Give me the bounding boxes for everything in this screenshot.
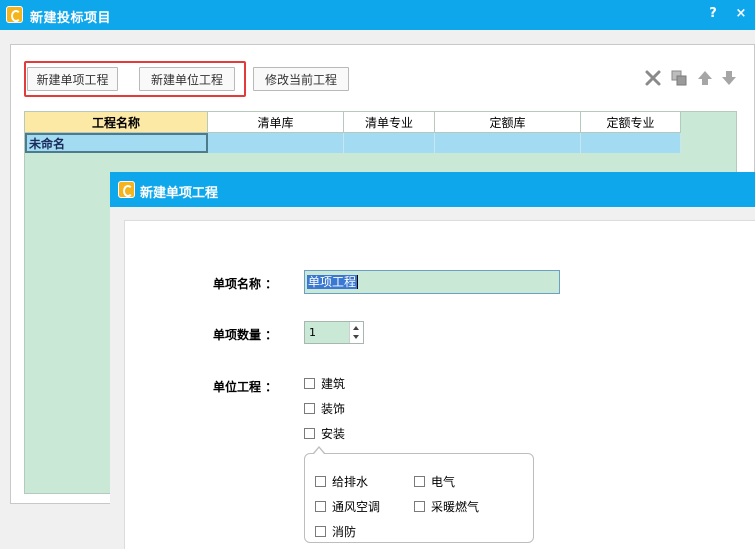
text-caret [357,275,359,289]
checkbox-box[interactable] [304,378,315,389]
column-header-quota-major[interactable]: 定额专业 [581,112,681,133]
app-logo-icon [6,6,23,23]
single-count-stepper[interactable]: 1 [304,321,364,344]
single-count-value: 1 [309,326,316,339]
checkbox-label: 通风空调 [332,500,381,514]
checkbox-electrical[interactable]: 电气 [414,473,455,490]
checkbox-box[interactable] [315,501,326,512]
checkbox-label: 给排水 [332,475,369,489]
new-unit-project-button[interactable]: 新建单位工程 [139,67,235,91]
single-count-label: 单项数量 ： [213,328,278,342]
checkbox-label: 消防 [332,525,357,539]
checkbox-decoration[interactable]: 装饰 [304,400,345,417]
cell-quota-major[interactable] [581,133,681,153]
modify-current-project-button[interactable]: 修改当前工程 [253,67,349,91]
column-header-quota-library[interactable]: 定额库 [435,112,581,133]
help-button[interactable]: ? [705,6,721,21]
checkbox-installation[interactable]: 安装 [304,425,345,442]
checkbox-label: 采暖燃气 [431,500,480,514]
checkbox-water-drainage[interactable]: 给排水 [315,473,368,490]
dialog-titlebar: 新建单项工程 [110,172,755,207]
move-down-icon[interactable] [720,69,738,87]
copy-icon[interactable] [670,69,688,87]
window-titlebar: 新建投标项目 ? × [0,0,755,30]
grid-header: 工程名称 清单库 清单专业 定额库 定额专业 [25,112,681,133]
column-header-project-name[interactable]: 工程名称 [25,112,208,133]
checkbox-box[interactable] [304,428,315,439]
dialog-logo-icon [118,181,135,198]
checkbox-box[interactable] [315,526,326,537]
checkbox-label: 建筑 [321,377,346,391]
delete-icon[interactable] [644,69,662,87]
table-row[interactable]: 未命名 [25,133,681,153]
single-name-value: 单项工程 [307,275,358,289]
popover-arrow-fill [314,448,324,454]
dialog-title: 新建单项工程 [140,186,219,201]
stepper-up-icon[interactable] [353,326,359,330]
checkbox-box[interactable] [414,501,425,512]
checkbox-building[interactable]: 建筑 [304,375,345,392]
close-button[interactable]: × [733,6,749,21]
checkbox-fire-protection[interactable]: 消防 [315,523,356,540]
column-header-list-library[interactable]: 清单库 [208,112,344,133]
checkbox-box[interactable] [315,476,326,487]
checkbox-hvac[interactable]: 通风空调 [315,498,380,515]
checkbox-label: 安装 [321,427,346,441]
cell-project-name[interactable]: 未命名 [25,133,208,153]
single-name-input[interactable]: 单项工程 [304,270,560,294]
unit-project-label: 单位工程 ： [213,380,278,394]
checkbox-heating-gas[interactable]: 采暖燃气 [414,498,479,515]
move-up-icon[interactable] [696,69,714,87]
column-header-list-major[interactable]: 清单专业 [344,112,435,133]
checkbox-label: 电气 [431,475,456,489]
cell-quota-library[interactable] [435,133,581,153]
window-title: 新建投标项目 [30,11,112,26]
cell-list-library[interactable] [208,133,344,153]
cell-list-major[interactable] [344,133,435,153]
checkbox-box[interactable] [414,476,425,487]
single-name-label: 单项名称 ： [213,277,278,291]
checkbox-label: 装饰 [321,402,346,416]
stepper-buttons [349,322,363,343]
checkbox-box[interactable] [304,403,315,414]
stepper-down-icon[interactable] [353,335,359,339]
new-single-project-button[interactable]: 新建单项工程 [27,67,118,91]
